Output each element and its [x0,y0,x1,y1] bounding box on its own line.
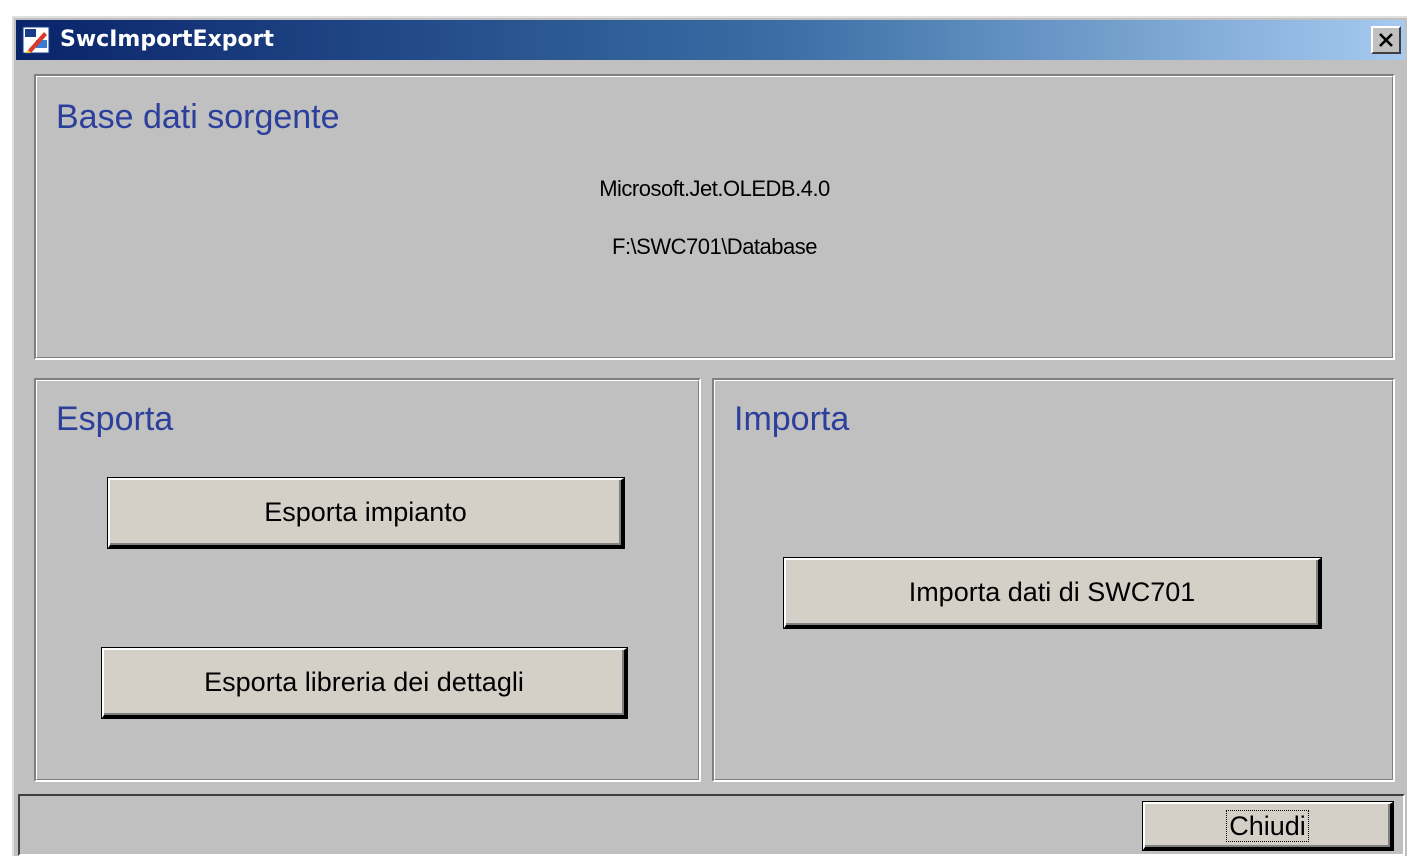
import-heading: Importa [734,400,850,438]
window-title: SwcImportExport [60,27,274,52]
app-icon [22,26,50,54]
export-heading: Esporta [56,400,174,438]
source-heading: Base dati sorgente [56,98,340,136]
export-frame: Esporta Esporta impianto Esporta libreri… [34,378,701,782]
export-library-button[interactable]: Esporta libreria dei dettagli [102,648,627,718]
dialog-window: SwcImportExport Base dati sorgente Micro… [12,16,1407,856]
import-data-button[interactable]: Importa dati di SWC701 [784,558,1321,628]
footer-bar: Chiudi [18,794,1405,856]
database-path-text: F:\SWC701\Database [612,234,817,259]
close-button[interactable]: Chiudi [1143,802,1393,850]
close-button-label: Chiudi [1226,809,1309,842]
source-database-frame: Base dati sorgente Microsoft.Jet.OLEDB.4… [34,74,1395,360]
close-icon [1379,33,1393,47]
provider-text: Microsoft.Jet.OLEDB.4.0 [599,176,830,201]
close-window-button[interactable] [1371,26,1401,54]
import-frame: Importa Importa dati di SWC701 [712,378,1395,782]
export-plant-button[interactable]: Esporta impianto [108,478,624,548]
title-bar[interactable]: SwcImportExport [16,20,1405,60]
